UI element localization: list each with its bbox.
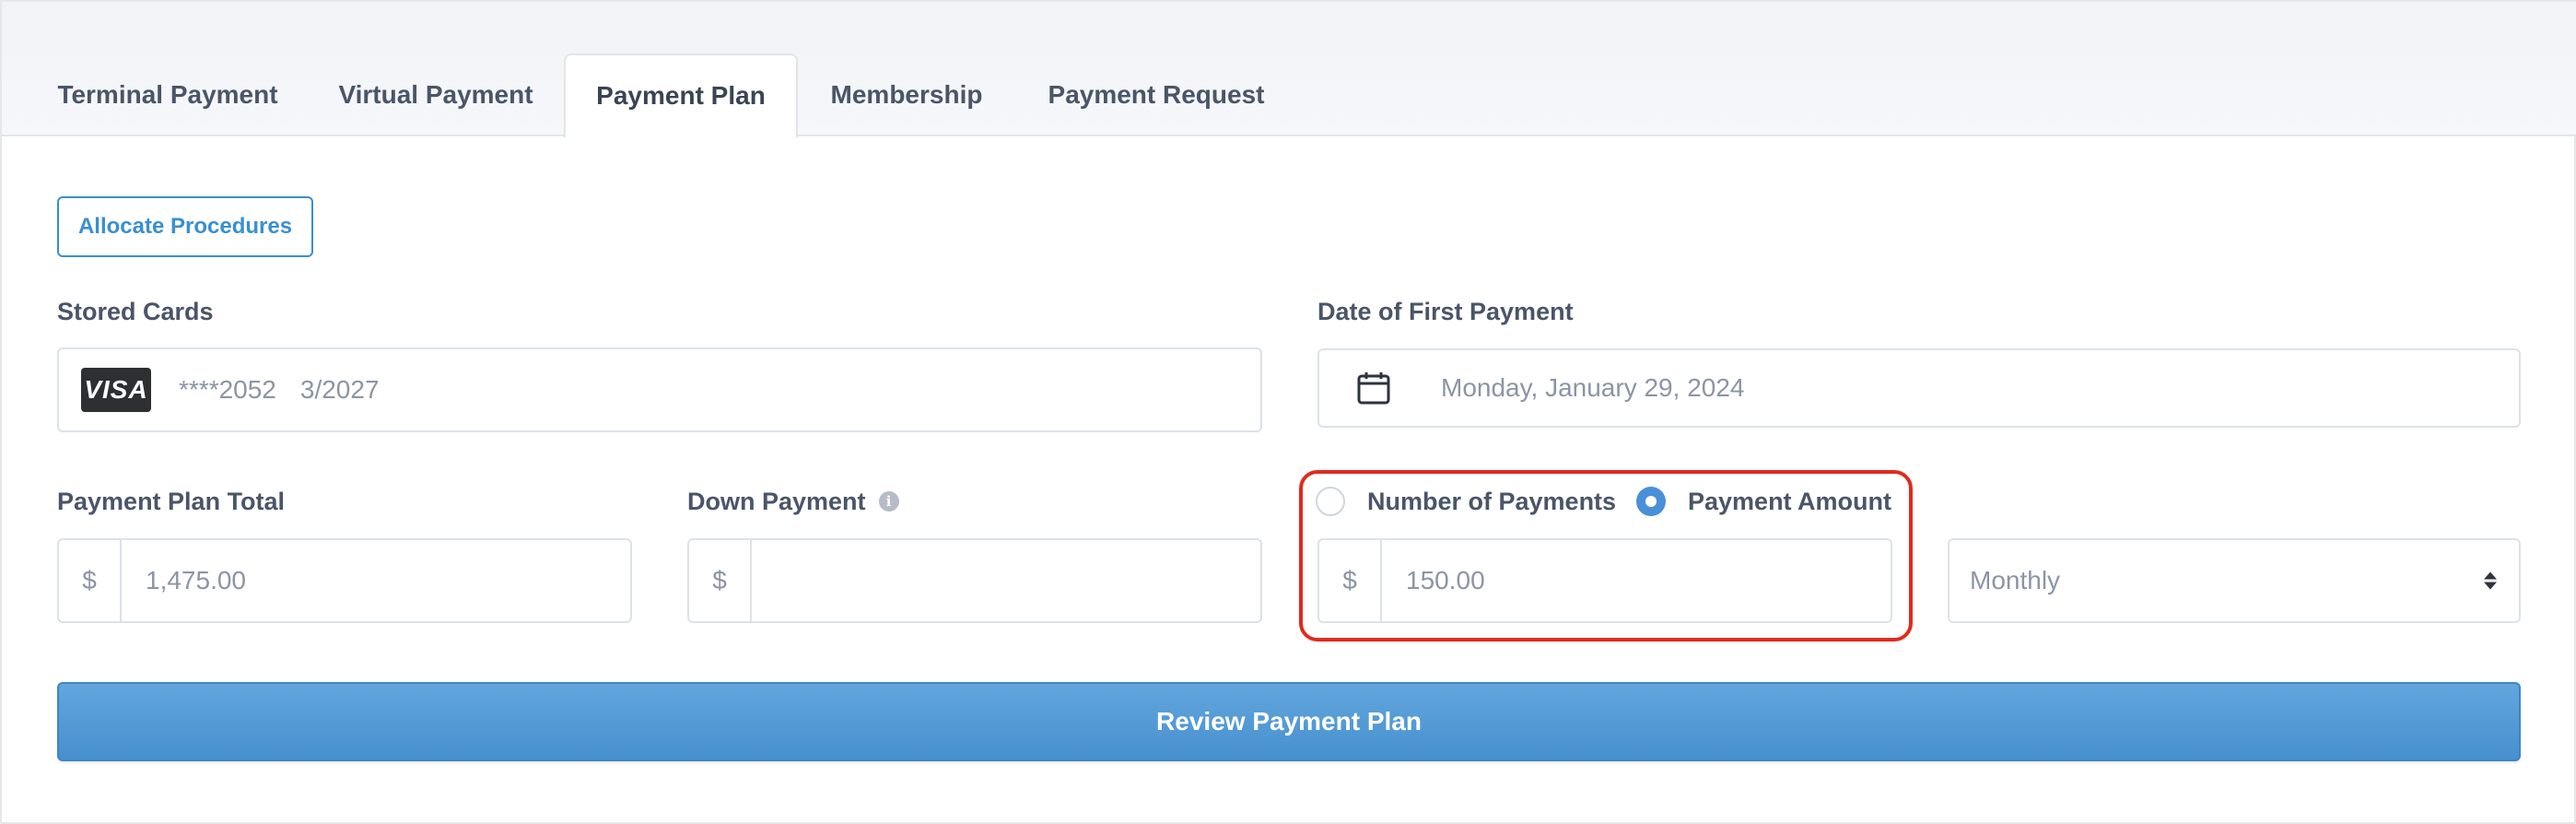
card-number: ****2052: [179, 375, 276, 404]
info-icon[interactable]: i: [878, 491, 899, 512]
tab-terminal-payment[interactable]: Terminal Payment: [35, 53, 300, 136]
number-of-payments-label[interactable]: Number of Payments: [1367, 485, 1616, 518]
tab-virtual-payment[interactable]: Virtual Payment: [310, 53, 562, 136]
frequency-value: Monthly: [1970, 566, 2061, 594]
review-payment-plan-button[interactable]: Review Payment Plan: [57, 682, 2521, 761]
currency-addon: $: [1319, 540, 1382, 621]
payment-amount-label[interactable]: Payment Amount: [1688, 485, 1891, 518]
card-expiry: 3/2027: [299, 375, 380, 404]
frequency-select[interactable]: Monthly: [1948, 538, 2521, 623]
plan-total-label: Payment Plan Total: [57, 487, 286, 515]
calendar-icon[interactable]: [1356, 371, 1391, 406]
visa-logo-icon: VISA: [81, 368, 151, 412]
first-payment-date-field[interactable]: Monday, January 29, 2024: [1317, 348, 2521, 428]
tab-payment-plan[interactable]: Payment Plan: [564, 53, 798, 138]
payment-amount-input[interactable]: $ 150.00: [1317, 538, 1892, 623]
allocate-procedures-button[interactable]: Allocate Procedures: [57, 196, 313, 257]
tab-payment-request[interactable]: Payment Request: [1017, 53, 1295, 136]
down-payment-label: Down Payment i: [687, 485, 899, 518]
stored-cards-label: Stored Cards: [57, 297, 214, 325]
plan-total-input[interactable]: $ 1,475.00: [57, 538, 632, 623]
select-arrows-icon: [2484, 571, 2497, 590]
first-payment-label: Date of First Payment: [1317, 297, 1574, 325]
payment-amount-value: 150.00: [1406, 566, 1485, 594]
tab-membership[interactable]: Membership: [805, 53, 1008, 136]
stored-card-select[interactable]: VISA ****2052 3/2027: [57, 347, 1262, 432]
number-of-payments-radio[interactable]: [1316, 487, 1345, 516]
currency-addon: $: [689, 540, 752, 621]
payment-amount-radio[interactable]: [1636, 487, 1666, 516]
payment-panel: Terminal Payment Virtual Payment Payment…: [0, 0, 2576, 824]
first-payment-date-value: Monday, January 29, 2024: [1441, 373, 1745, 402]
plan-total-value: 1,475.00: [146, 566, 246, 594]
tab-bar: Terminal Payment Virtual Payment Payment…: [2, 2, 2576, 138]
currency-addon: $: [59, 540, 122, 621]
down-payment-input[interactable]: $: [687, 538, 1262, 623]
down-payment-label-text: Down Payment: [687, 487, 866, 515]
